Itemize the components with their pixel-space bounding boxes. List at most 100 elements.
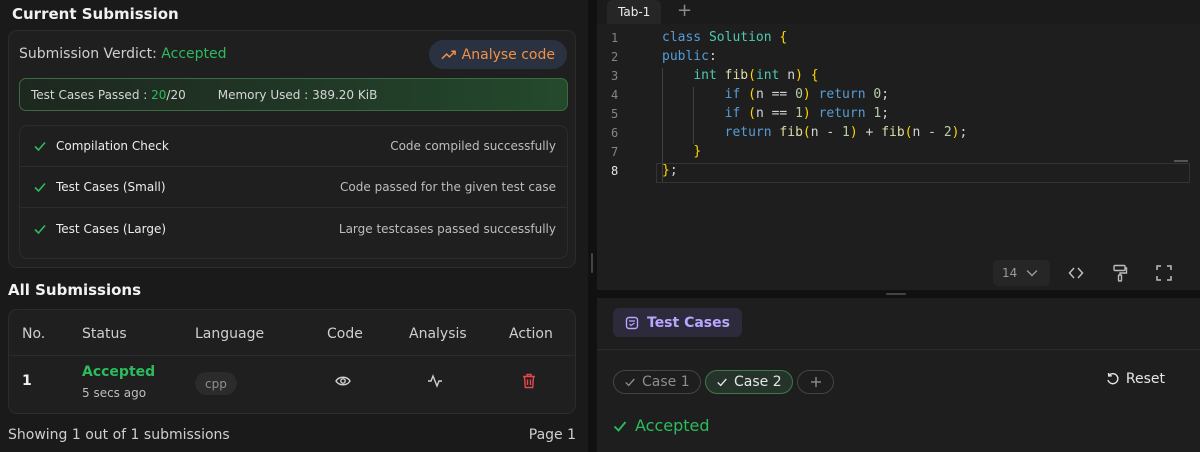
check-desc: Code passed for the given test case — [340, 180, 556, 194]
code-line: 3 int fib(int n) { — [597, 68, 1200, 87]
font-size-value: 14 — [1002, 266, 1018, 280]
line-number: 7 — [611, 145, 619, 159]
editor-toolbar: 14 — [597, 260, 1200, 286]
current-submission-title: Current Submission — [12, 5, 179, 23]
submission-panel: Current Submission Submission Verdict: A… — [0, 0, 588, 452]
all-submissions-title: All Submissions — [8, 281, 142, 299]
case-2-label: Case 2 — [734, 374, 782, 390]
check-icon — [34, 224, 46, 234]
code-editor: Tab-1 + 1 class Solution { 2 public: 3 i… — [597, 0, 1200, 290]
code-text: }; — [662, 163, 678, 178]
tab-1[interactable]: Tab-1 — [607, 0, 662, 24]
font-size-select[interactable]: 14 — [993, 260, 1050, 286]
memory-label: Memory Used : — [217, 87, 309, 102]
code-line: 7 } — [597, 144, 1200, 163]
line-number: 5 — [611, 107, 619, 121]
line-number: 1 — [611, 31, 619, 45]
code-text: if (n == 1) return 1; — [724, 106, 890, 121]
eye-icon[interactable] — [335, 374, 351, 388]
column-header-action: Action — [509, 326, 553, 342]
vertical-resize-handle[interactable] — [588, 0, 597, 452]
check-row-small: Test Cases (Small) Code passed for the g… — [20, 167, 567, 208]
column-header-code: Code — [327, 326, 363, 342]
horizontal-resize-handle[interactable] — [597, 290, 1200, 298]
reset-button[interactable]: Reset — [1106, 371, 1165, 387]
code-area[interactable]: 1 class Solution { 2 public: 3 int fib(i… — [597, 30, 1200, 182]
column-header-language: Language — [195, 326, 265, 342]
row-status[interactable]: Accepted — [82, 364, 155, 380]
code-line: 6 return fib(n - 1) + fib(n - 2); — [597, 125, 1200, 144]
test-result-label: Accepted — [635, 416, 710, 435]
check-icon — [34, 182, 46, 193]
code-line: 1 class Solution { — [597, 30, 1200, 49]
page-indicator: Page 1 — [528, 427, 576, 443]
line-number: 4 — [611, 88, 619, 102]
code-line: 4 if (n == 0) return 0; — [597, 87, 1200, 106]
check-row-large: Test Cases (Large) Large testcases passe… — [20, 208, 567, 249]
add-case-button[interactable] — [797, 370, 834, 394]
row-number: 1 — [22, 373, 32, 389]
case-1-button[interactable]: Case 1 — [613, 370, 701, 394]
activity-icon[interactable] — [427, 373, 443, 389]
verdict-line: Submission Verdict: Accepted — [19, 46, 227, 62]
column-header-no: No. — [22, 326, 46, 342]
fullscreen-icon[interactable] — [1156, 265, 1172, 281]
check-name: Test Cases (Large) — [56, 221, 167, 236]
tab-test-cases[interactable]: Test Cases — [613, 308, 742, 337]
check-icon — [625, 378, 635, 387]
test-case-icon — [625, 316, 639, 329]
tests-passed-count: 20 — [151, 87, 167, 102]
trash-icon[interactable] — [522, 373, 536, 389]
editor-tabbar: Tab-1 + — [597, 0, 1200, 24]
code-text: public: — [662, 49, 717, 64]
memory-value: 389.20 KiB — [312, 87, 378, 102]
line-number: 2 — [611, 50, 619, 64]
code-text: return fib(n - 1) + fib(n - 2); — [724, 125, 968, 140]
code-line: 2 public: — [597, 49, 1200, 68]
code-line: 8 }; — [597, 163, 1200, 182]
tests-total: /20 — [166, 87, 186, 102]
line-number: 3 — [611, 69, 619, 83]
code-text: int fib(int n) { — [693, 68, 819, 83]
analyse-code-label: Analyse code — [461, 46, 555, 63]
scrollbar-marker[interactable] — [1174, 160, 1188, 162]
trending-up-icon — [441, 50, 456, 59]
chevron-down-icon — [1026, 270, 1038, 277]
analyse-code-button[interactable]: Analyse code — [428, 40, 567, 69]
check-desc: Code compiled successfully — [390, 139, 556, 153]
case-2-button[interactable]: Case 2 — [705, 370, 793, 394]
language-badge: cpp — [195, 372, 237, 395]
code-line: 5 if (n == 1) return 1; — [597, 106, 1200, 125]
submissions-table: No. Status Language Code Analysis Action… — [8, 309, 576, 414]
case-1-label: Case 1 — [642, 374, 690, 390]
stats-bar: Test Cases Passed : 20/20 Memory Used : … — [19, 78, 568, 111]
format-paint-icon[interactable] — [1112, 264, 1128, 282]
code-text: if (n == 0) return 0; — [724, 87, 890, 102]
check-name: Test Cases (Small) — [56, 180, 166, 194]
table-divider — [9, 355, 575, 356]
column-header-status: Status — [82, 326, 127, 342]
tests-passed-label: Test Cases Passed : — [31, 87, 148, 102]
verdict-value: Accepted — [161, 46, 227, 62]
code-text: } — [693, 144, 702, 159]
check-icon — [717, 378, 727, 387]
column-header-analysis: Analysis — [409, 326, 467, 342]
line-number: 8 — [611, 164, 619, 178]
verdict-card: Submission Verdict: Accepted Analyse cod… — [8, 30, 576, 268]
reset-icon — [1107, 372, 1119, 385]
test-cases-panel: Test Cases Case 1 Case 2 Reset Accepted — [597, 298, 1200, 452]
add-tab-button[interactable]: + — [677, 2, 692, 20]
code-brackets-icon[interactable] — [1068, 265, 1084, 281]
test-cases-tab-label: Test Cases — [647, 314, 730, 331]
plus-icon — [810, 377, 821, 387]
test-result: Accepted — [613, 416, 710, 435]
test-cases-header: Test Cases — [597, 298, 1200, 350]
check-row-compilation: Compilation Check Code compiled successf… — [20, 126, 567, 167]
check-icon — [34, 141, 46, 152]
row-time: 5 secs ago — [82, 386, 147, 400]
code-text: class Solution { — [662, 30, 788, 45]
checks-list: Compilation Check Code compiled successf… — [19, 125, 568, 259]
reset-label: Reset — [1125, 371, 1165, 387]
verdict-label: Submission Verdict: — [19, 46, 157, 62]
line-number: 6 — [611, 126, 619, 140]
